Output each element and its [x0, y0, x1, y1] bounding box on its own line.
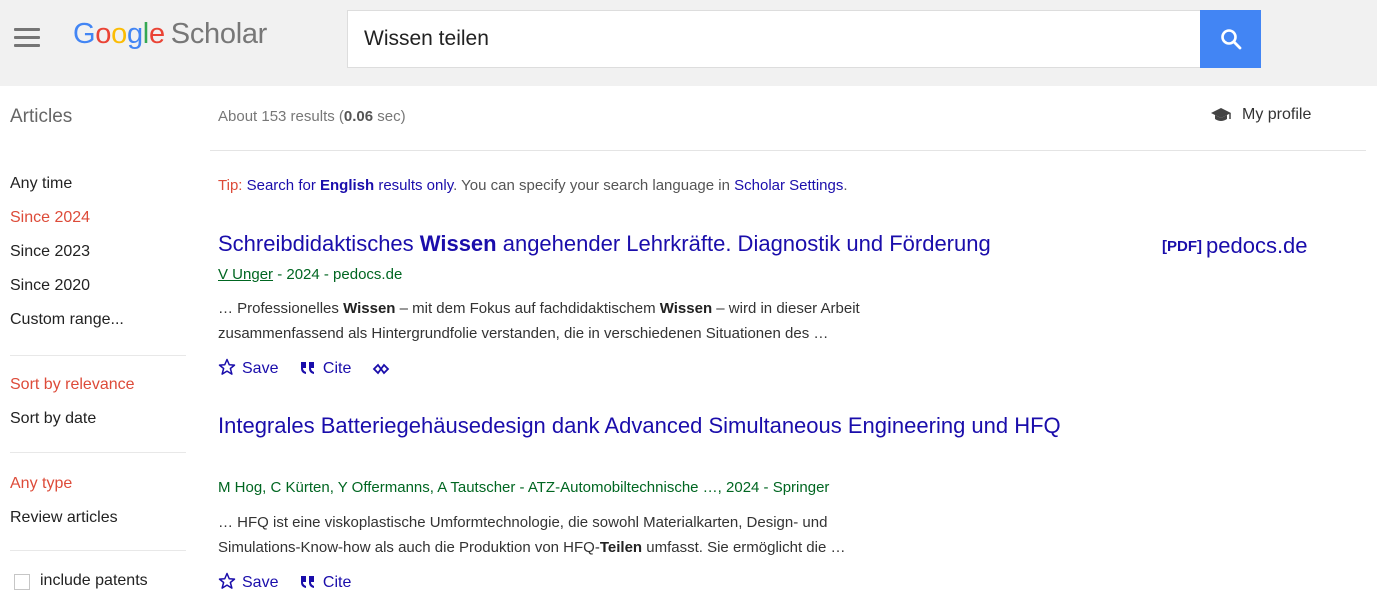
sidebar-divider — [10, 550, 186, 551]
result-authors: V Unger - 2024 - pedocs.de — [218, 266, 403, 283]
result-title-link[interactable]: Integrales Batteriegehäusedesign dank Ad… — [218, 413, 1178, 439]
pdf-link[interactable]: [PDF] pedocs.de — [1162, 233, 1308, 259]
result-snippet: … Professionelles Wissen – mit dem Fokus… — [218, 300, 860, 342]
author-link[interactable]: V Unger — [218, 266, 273, 283]
filter-custom-range[interactable]: Custom range... — [10, 311, 124, 329]
search-icon — [1221, 29, 1242, 50]
more-icon — [372, 363, 390, 375]
star-icon — [218, 358, 236, 375]
cite-button[interactable]: Cite — [299, 360, 351, 378]
divider — [210, 150, 1366, 151]
filter-since-2020[interactable]: Since 2020 — [10, 277, 90, 295]
filter-since-2024[interactable]: Since 2024 — [10, 209, 90, 227]
save-button[interactable]: Save — [218, 572, 278, 592]
articles-label: Articles — [10, 106, 73, 127]
quote-icon — [300, 362, 314, 374]
tip-label: Tip: — [218, 177, 243, 194]
filter-review-articles[interactable]: Review articles — [10, 509, 118, 527]
scholar-settings-link[interactable]: Scholar Settings — [734, 177, 843, 194]
search-english-link[interactable]: Search for English results only — [242, 177, 453, 194]
result-actions: Save Cite — [218, 358, 412, 378]
star-icon — [218, 572, 236, 589]
more-button[interactable] — [372, 360, 396, 378]
search-box[interactable] — [347, 10, 1200, 68]
header-bar: Google Scholar — [0, 0, 1377, 86]
sort-by-date[interactable]: Sort by date — [10, 410, 96, 428]
filter-any-type[interactable]: Any type — [10, 475, 72, 493]
logo-google: Google — [73, 18, 165, 50]
search-input[interactable] — [364, 25, 1184, 53]
result-title-link[interactable]: Schreibdidaktisches Wissen angehender Le… — [218, 231, 991, 257]
include-patents-checkbox[interactable] — [14, 574, 30, 590]
sidebar-divider — [10, 355, 186, 356]
result-snippet: … HFQ ist eine viskoplastische Umformtec… — [218, 514, 846, 556]
save-button[interactable]: Save — [218, 358, 278, 378]
include-patents-label: include patents — [40, 572, 148, 589]
my-profile-link[interactable]: My profile — [1210, 106, 1311, 124]
quote-icon — [300, 576, 314, 588]
graduation-cap-icon — [1211, 108, 1231, 121]
sort-by-relevance[interactable]: Sort by relevance — [10, 376, 135, 394]
cite-button[interactable]: Cite — [299, 574, 351, 592]
result-actions: Save Cite — [218, 572, 367, 592]
language-tip: Tip: Search for English results only. Yo… — [218, 177, 848, 194]
menu-icon[interactable] — [14, 28, 40, 48]
result-authors: M Hog, C Kürten, Y Offermanns, A Tautsch… — [218, 479, 830, 496]
my-profile-label: My profile — [1242, 106, 1312, 124]
pdf-tag: [PDF] — [1162, 238, 1202, 255]
google-scholar-logo[interactable]: Google Scholar — [73, 18, 267, 51]
filter-any-time[interactable]: Any time — [10, 175, 72, 193]
filter-since-2023[interactable]: Since 2023 — [10, 243, 90, 261]
results-count: About 153 results (0.06 sec) — [218, 108, 406, 125]
logo-scholar: Scholar — [170, 18, 268, 50]
search-button[interactable] — [1200, 10, 1261, 68]
sidebar-divider — [10, 452, 186, 453]
